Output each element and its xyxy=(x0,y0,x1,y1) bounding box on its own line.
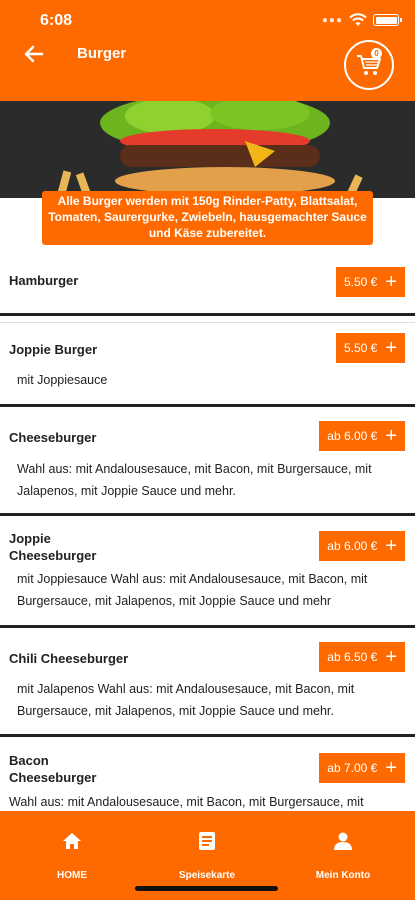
nav-menu-label: Speisekarte xyxy=(178,870,236,881)
item-description: Wahl aus: mit Andalousesauce, mit Bacon,… xyxy=(9,795,364,809)
plus-icon: + xyxy=(385,425,397,447)
item-name: Bacon Cheeseburger xyxy=(9,753,97,785)
nav-home-label: HOME xyxy=(57,870,87,881)
add-to-cart-button[interactable]: ab 7.00 € + xyxy=(319,753,405,783)
list-item: Chili Cheeseburger ab 6.50 € + mit Jalape… xyxy=(0,630,415,737)
plus-icon: + xyxy=(385,337,397,359)
item-price: ab 6.50 € xyxy=(327,650,378,664)
back-arrow-icon xyxy=(24,45,44,63)
battery-icon xyxy=(373,14,402,26)
back-button[interactable] xyxy=(22,42,46,66)
plus-icon: + xyxy=(385,646,397,668)
item-name: Chili Cheeseburger xyxy=(9,651,129,666)
list-item: Hamburger 5.50 € + xyxy=(0,256,415,316)
nav-account[interactable]: Mein Konto xyxy=(288,831,398,881)
plus-icon: + xyxy=(385,271,397,293)
item-description: Wahl aus: mit Andalousesauce, mit Bacon,… xyxy=(17,462,372,498)
item-name: Cheeseburger xyxy=(9,430,97,445)
item-price: ab 7.00 € xyxy=(327,761,378,775)
item-name: Joppie Cheeseburger xyxy=(9,531,97,563)
home-indicator xyxy=(135,886,278,891)
item-price: ab 6.00 € xyxy=(327,539,378,553)
burger-hero-image xyxy=(0,101,415,198)
nav-account-label: Mein Konto xyxy=(315,870,371,881)
plus-icon: + xyxy=(385,535,397,557)
home-icon xyxy=(63,833,81,849)
list-item: Bacon Cheeseburger ab 7.00 € + Wahl aus: … xyxy=(0,739,415,811)
cart-button[interactable]: 0 xyxy=(344,40,394,90)
status-icons: ●●● xyxy=(321,13,402,27)
add-to-cart-button[interactable]: ab 6.00 € + xyxy=(319,421,405,451)
wifi-icon xyxy=(349,13,367,26)
add-to-cart-button[interactable]: ab 6.00 € + xyxy=(319,531,405,561)
list-item: Joppie Cheeseburger ab 6.00 € + mit Joppi… xyxy=(0,518,415,628)
add-to-cart-button[interactable]: ab 6.50 € + xyxy=(319,642,405,672)
cart-count-badge: 0 xyxy=(371,48,382,59)
nav-home[interactable]: HOME xyxy=(17,831,127,881)
item-price: ab 6.00 € xyxy=(327,429,378,443)
info-banner: Alle Burger werden mit 150g Rinder-Patty… xyxy=(42,191,373,245)
add-to-cart-button[interactable]: 5.50 € + xyxy=(335,333,405,363)
item-description: mit Joppiesauce Wahl aus: mit Andalouses… xyxy=(17,572,368,608)
add-to-cart-button[interactable]: 5.50 € + xyxy=(335,267,405,297)
list-item: Cheeseburger ab 6.00 € + Wahl aus: mit An… xyxy=(0,408,415,516)
user-icon xyxy=(334,832,352,850)
page-title: Burger xyxy=(77,45,127,62)
list-item: Joppie Burger 5.50 € + mit Joppiesauce xyxy=(0,322,415,407)
signal-icon: ●●● xyxy=(321,14,343,26)
item-price: 5.50 € xyxy=(343,341,378,355)
status-time: 6:08 xyxy=(40,12,73,29)
item-name: Hamburger xyxy=(9,273,79,288)
nav-menu[interactable]: Speisekarte xyxy=(152,831,262,881)
item-description: mit Jalapenos Wahl aus: mit Andalousesau… xyxy=(17,682,355,718)
app-header: 6:08 ●●● Burger 0 xyxy=(0,0,415,101)
plus-icon: + xyxy=(385,757,397,779)
menu-document-icon xyxy=(199,832,215,850)
item-price: 5.50 € xyxy=(343,275,378,289)
item-name: Joppie Burger xyxy=(9,342,98,357)
burger-photo xyxy=(0,101,415,198)
item-description: mit Joppiesauce xyxy=(17,373,108,387)
